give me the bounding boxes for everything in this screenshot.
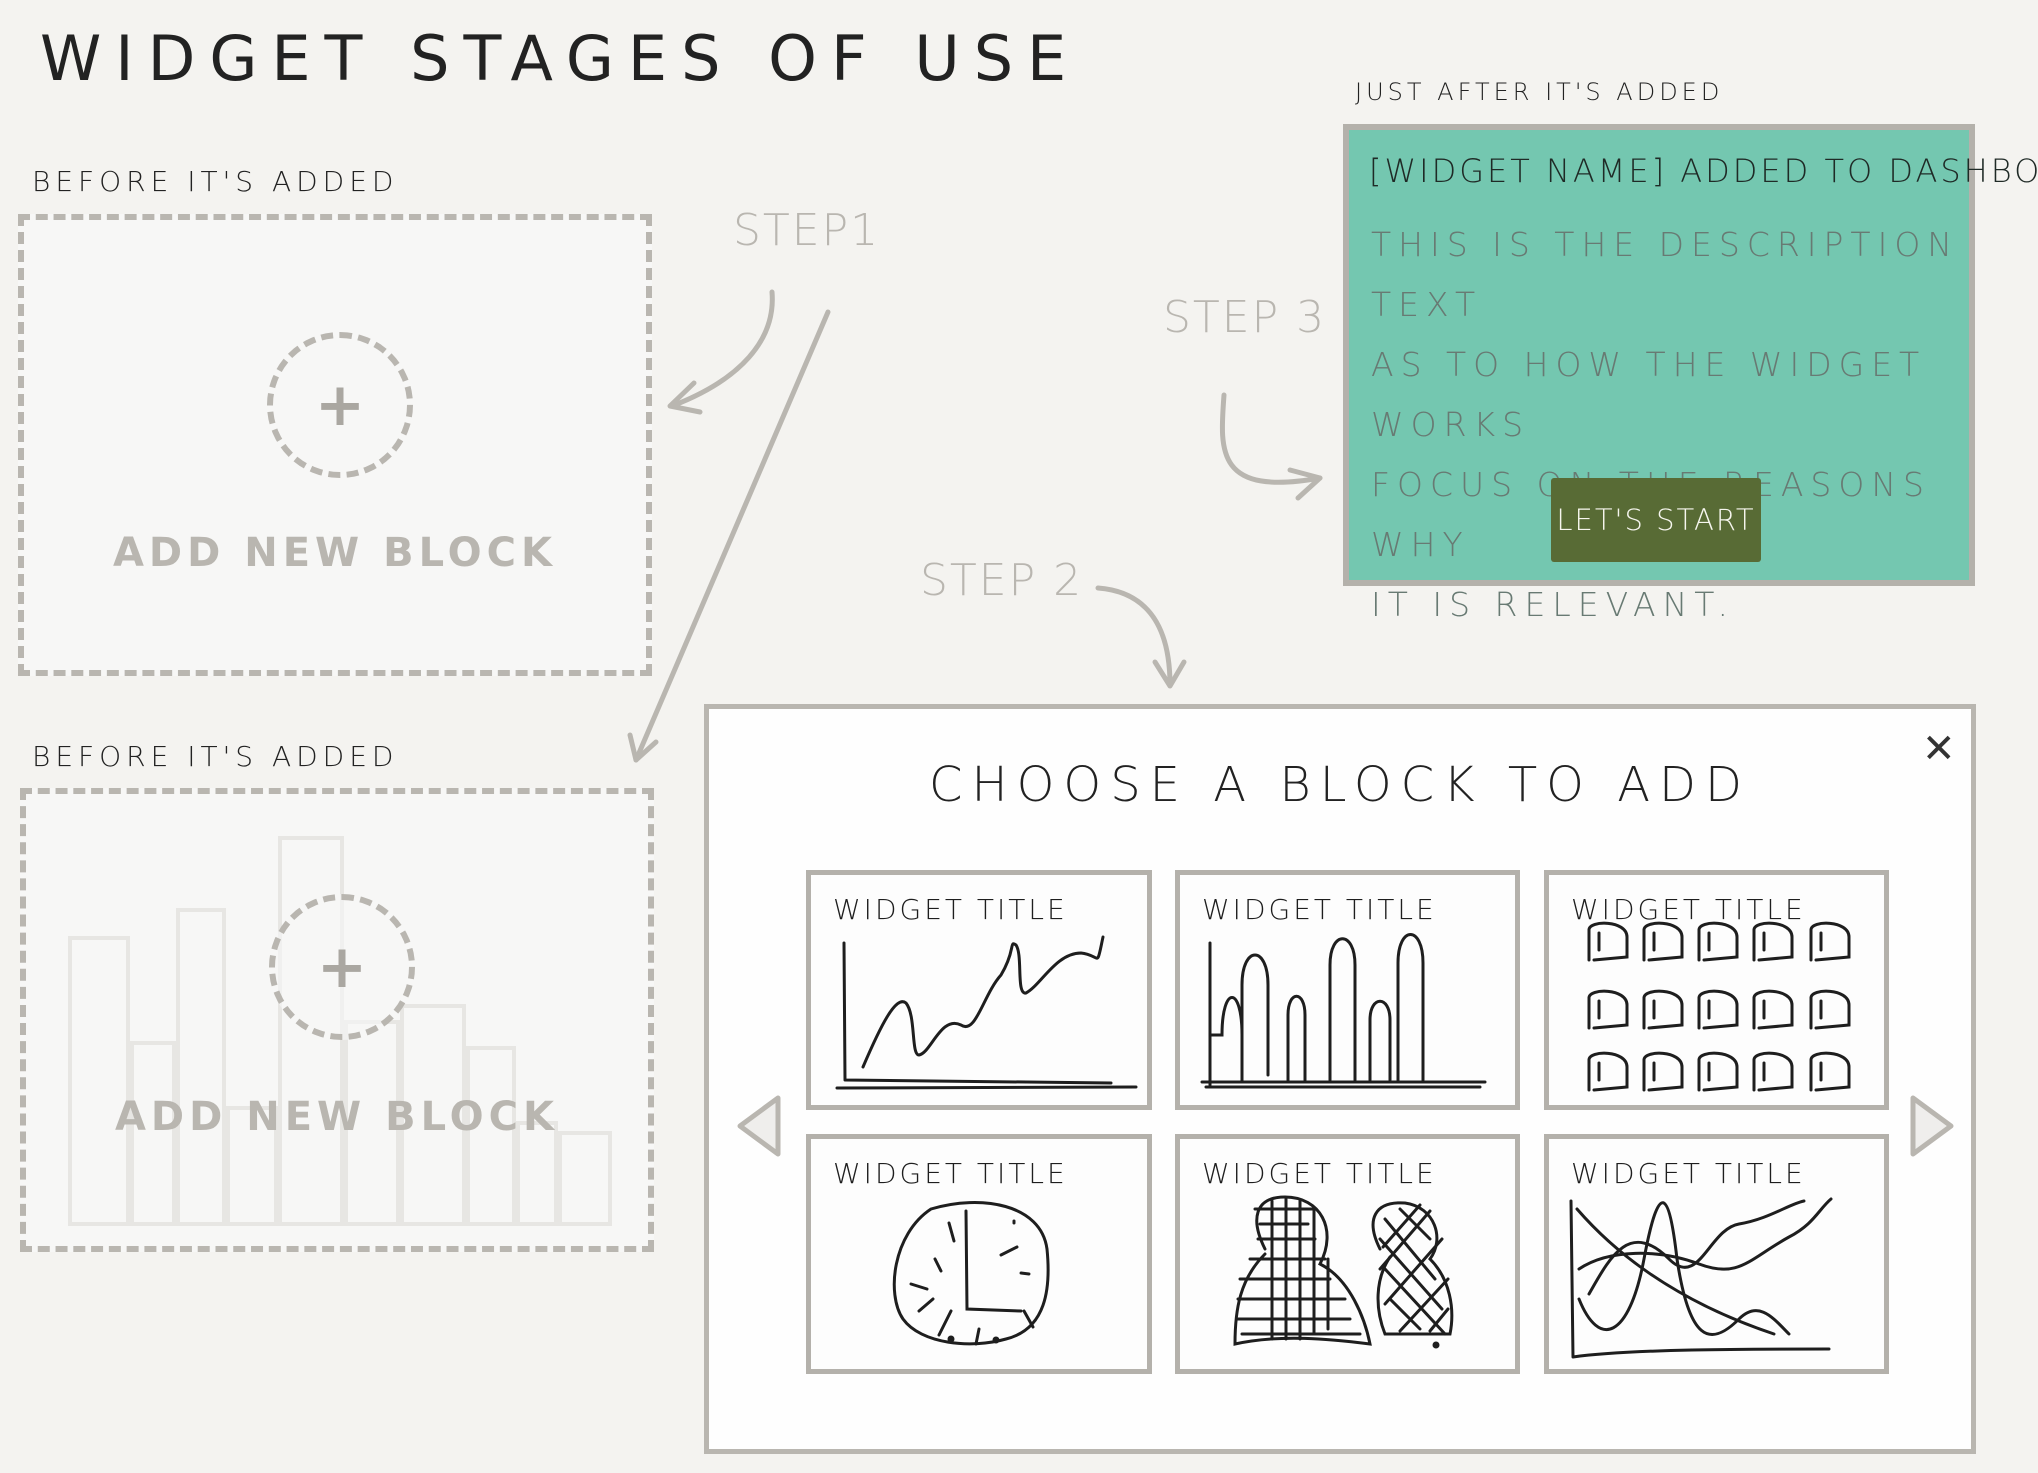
description-line: THIS IS THE DESCRIPTION TEXT xyxy=(1371,225,1959,324)
grid-shape xyxy=(1642,1051,1684,1092)
grid-shape xyxy=(1752,921,1794,962)
grid-shape xyxy=(1752,1051,1794,1092)
grid-shape xyxy=(1752,989,1794,1030)
grid-shape xyxy=(1587,1051,1629,1092)
widget-card-line-chart[interactable]: WIDGET TITLE xyxy=(806,870,1152,1110)
close-icon[interactable]: ✕ xyxy=(1922,729,1956,769)
bar-chart-thumbnail-icon xyxy=(1200,933,1487,1089)
icon-grid-thumbnail-icon xyxy=(1587,921,1851,1092)
description-line: AS TO HOW THE WIDGET WORKS xyxy=(1371,345,1927,444)
widget-card-people[interactable]: WIDGET TITLE xyxy=(1175,1134,1520,1374)
grid-shape xyxy=(1809,1051,1851,1092)
widget-added-card: [WIDGET NAME] ADDED TO DASHBOARD THIS IS… xyxy=(1343,124,2038,624)
choose-block-modal: CHOOSE A BLOCK TO ADD ✕ WIDGET TITLE WID… xyxy=(704,704,1976,1454)
grid-shape xyxy=(1809,989,1851,1030)
previous-page-arrow-icon[interactable] xyxy=(734,1094,784,1158)
clock-thumbnail-icon xyxy=(892,1201,1050,1346)
step3-arrow-to-card xyxy=(1219,392,1323,485)
multi-line-chart-thumbnail-icon xyxy=(1569,1197,1833,1359)
widget-card-clock[interactable]: WIDGET TITLE xyxy=(806,1134,1152,1374)
step1-arrow-to-ghost-block xyxy=(633,309,831,763)
just-after-added-label: JUST AFTER IT'S ADDED xyxy=(1355,78,1724,106)
grid-shape xyxy=(1587,921,1629,962)
people-thumbnail-icon xyxy=(1233,1195,1454,1349)
next-page-arrow-icon[interactable] xyxy=(1907,1094,1957,1158)
line-chart-thumbnail-icon xyxy=(835,935,1138,1090)
widget-added-heading: [WIDGET NAME] ADDED TO DASHBOARD xyxy=(1369,152,2038,190)
description-line: IT IS RELEVANT. xyxy=(1371,585,1736,624)
grid-shape xyxy=(1587,989,1629,1030)
grid-shape xyxy=(1809,921,1851,962)
grid-shape xyxy=(1697,921,1739,962)
widget-card-multi-line-chart[interactable]: WIDGET TITLE xyxy=(1544,1134,1889,1374)
grid-shape xyxy=(1642,921,1684,962)
widget-card-icon-grid[interactable]: WIDGET TITLE xyxy=(1544,870,1889,1110)
grid-shape xyxy=(1642,989,1684,1030)
lets-start-button[interactable]: LET'S START xyxy=(1551,478,1761,562)
grid-shape xyxy=(1697,1051,1739,1092)
modal-title: CHOOSE A BLOCK TO ADD xyxy=(929,757,1751,813)
widget-description: THIS IS THE DESCRIPTION TEXT AS TO HOW T… xyxy=(1371,215,1971,635)
widget-card-bar-chart[interactable]: WIDGET TITLE xyxy=(1175,870,1520,1110)
grid-shape xyxy=(1697,989,1739,1030)
